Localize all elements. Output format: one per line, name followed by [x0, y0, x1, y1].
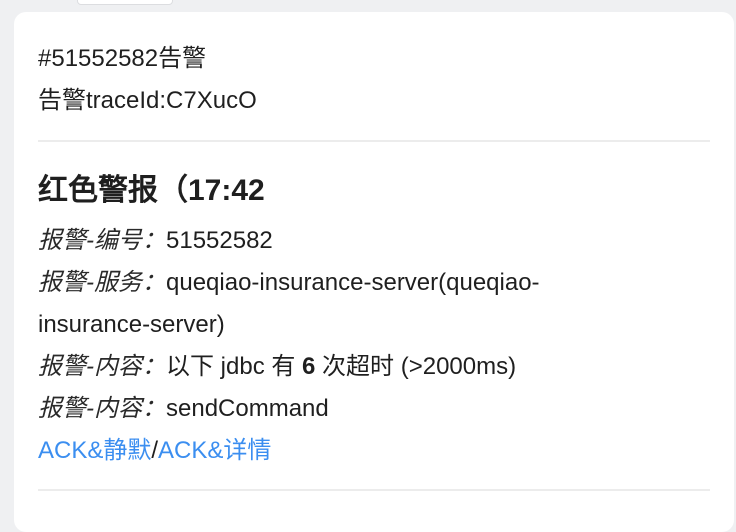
top-tab[interactable]: [77, 0, 173, 5]
row-value-pre: 以下 jdbc 有: [166, 353, 303, 380]
row-value: sendCommand: [166, 395, 329, 422]
alert-id-line: #51552582告警: [38, 45, 207, 72]
divider: [38, 140, 710, 142]
alert-title: 红色警报（17:42: [38, 174, 265, 207]
row-value-post: 次超时 (>2000ms): [315, 353, 517, 380]
row-label: 报警-内容：: [38, 395, 166, 422]
alert-card: #51552582告警 告警traceId:C7XucO 红色警报（17:42 …: [14, 12, 734, 532]
timeout-count: 6: [302, 353, 316, 380]
row-label: 报警-服务：: [38, 269, 166, 296]
ack-detail-link[interactable]: ACK&详情: [158, 437, 271, 464]
alert-service-row: 报警-服务：queqiao-insurance-server(queqiao-: [38, 262, 540, 304]
row-value: queqiao-insurance-server(queqiao-: [166, 269, 540, 296]
divider: [38, 489, 710, 491]
ack-silence-link[interactable]: ACK&静默: [38, 437, 151, 464]
row-label: 报警-编号：: [38, 227, 166, 254]
alert-content-row-2: 报警-内容：sendCommand: [38, 388, 329, 430]
row-label: 报警-内容：: [38, 353, 166, 380]
alert-service-row-cont: insurance-server): [38, 311, 225, 338]
row-value: 51552582: [166, 227, 273, 254]
action-links: ACK&静默/ACK&详情: [38, 430, 271, 472]
trace-id-line: 告警traceId:C7XucO: [38, 87, 257, 114]
alert-content-row: 报警-内容：以下 jdbc 有 6 次超时 (>2000ms): [38, 346, 516, 388]
alert-number-row: 报警-编号：51552582: [38, 220, 273, 262]
